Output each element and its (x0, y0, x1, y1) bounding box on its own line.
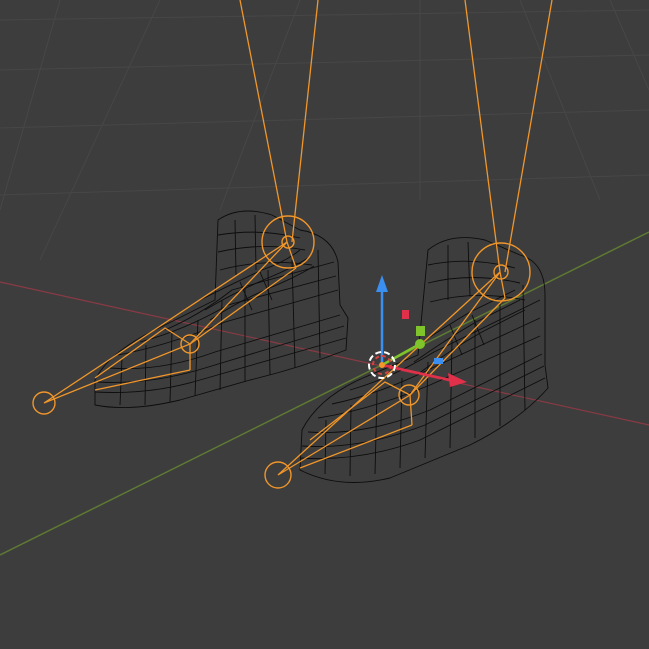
translate-arrow-y-icon[interactable] (415, 339, 425, 349)
origin-dot (379, 362, 385, 368)
plane-handle-xy[interactable] (434, 358, 443, 364)
plane-handle-yz[interactable] (416, 326, 425, 336)
3d-viewport[interactable] (0, 0, 649, 649)
plane-handle-xz[interactable] (402, 310, 409, 319)
viewport-background (0, 0, 649, 649)
